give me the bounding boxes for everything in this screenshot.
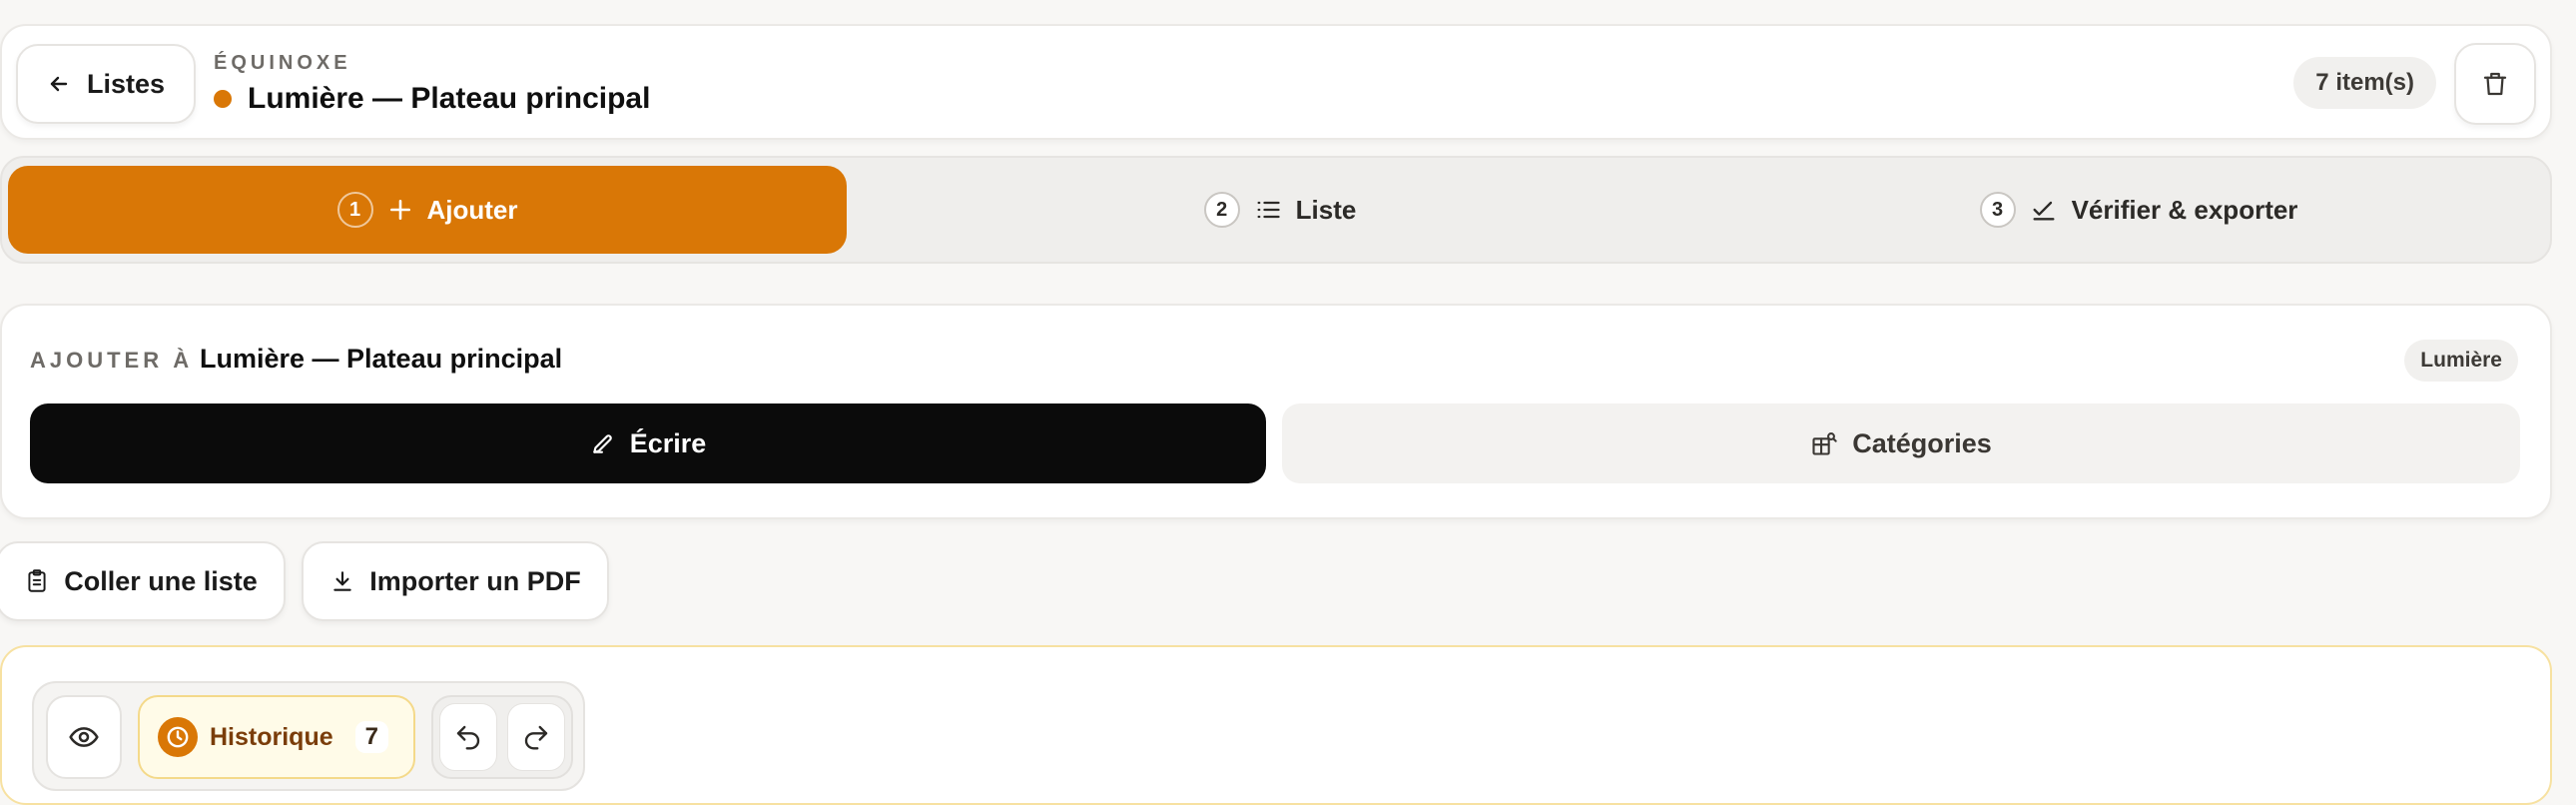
step-number: 3	[1979, 192, 2016, 228]
redo-icon	[521, 722, 551, 752]
redo-button[interactable]	[507, 703, 565, 771]
delete-button[interactable]	[2454, 43, 2536, 125]
page-title: Lumière — Plateau principal	[248, 82, 651, 115]
item-count-badge: 7 item(s)	[2293, 57, 2436, 109]
tab-label: Catégories	[1852, 427, 1992, 458]
add-target-name: Lumière — Plateau principal	[200, 344, 563, 374]
undo-button[interactable]	[439, 703, 497, 771]
step-label: Ajouter	[426, 194, 518, 225]
clock-icon	[158, 717, 198, 757]
category-badge: Lumière	[2404, 340, 2518, 382]
step-number: 1	[336, 192, 373, 228]
add-panel: AJOUTER À Lumière — Plateau principal Lu…	[0, 304, 2552, 519]
editor-area: Historique 7	[0, 645, 2552, 805]
tab-categories[interactable]: Catégories	[1282, 403, 2520, 483]
paste-button-label: Coller une liste	[64, 565, 258, 596]
step-verify-export[interactable]: 3 Vérifier & exporter	[1879, 166, 2398, 254]
workflow-stepper: 1 Ajouter 2 Liste 3 Vérifier & exporter	[0, 156, 2552, 264]
status-dot	[214, 90, 232, 108]
history-button[interactable]: Historique 7	[138, 695, 415, 779]
eye-icon	[68, 721, 100, 753]
add-to-label: AJOUTER À	[30, 348, 194, 373]
editor-toolbar: Historique 7	[32, 681, 585, 791]
step-list[interactable]: 2 Liste	[1020, 166, 1540, 254]
check-icon	[2030, 196, 2058, 224]
project-name-label: ÉQUINOXE	[214, 52, 351, 74]
preview-button[interactable]	[46, 695, 122, 779]
plus-icon	[387, 197, 413, 223]
paste-list-button[interactable]: Coller une liste	[0, 541, 286, 621]
project-header: Listes ÉQUINOXE Lumière — Plateau princi…	[0, 24, 2552, 140]
project-title-row: Lumière — Plateau principal	[214, 82, 650, 116]
clipboard-icon	[24, 568, 50, 594]
back-to-lists-button[interactable]: Listes	[16, 44, 196, 124]
history-label: Historique	[210, 722, 333, 751]
step-label: Vérifier & exporter	[2071, 194, 2298, 225]
undo-redo-group	[431, 695, 573, 779]
list-icon	[1254, 196, 1282, 224]
tab-label: Écrire	[629, 427, 707, 458]
back-button-label: Listes	[86, 68, 166, 99]
step-add[interactable]: 1 Ajouter	[8, 166, 847, 254]
step-label: Liste	[1295, 194, 1357, 225]
undo-icon	[453, 722, 483, 752]
arrow-left-icon	[47, 72, 71, 96]
step-number: 2	[1203, 192, 1240, 228]
pdf-button-label: Importer un PDF	[369, 565, 581, 596]
history-count-badge: 7	[354, 721, 388, 753]
trash-icon	[2480, 69, 2510, 99]
download-icon	[329, 568, 355, 594]
pencil-icon	[590, 430, 616, 456]
categories-icon	[1810, 429, 1838, 457]
tab-write[interactable]: Écrire	[30, 403, 1266, 483]
import-pdf-button[interactable]: Importer un PDF	[302, 541, 609, 621]
